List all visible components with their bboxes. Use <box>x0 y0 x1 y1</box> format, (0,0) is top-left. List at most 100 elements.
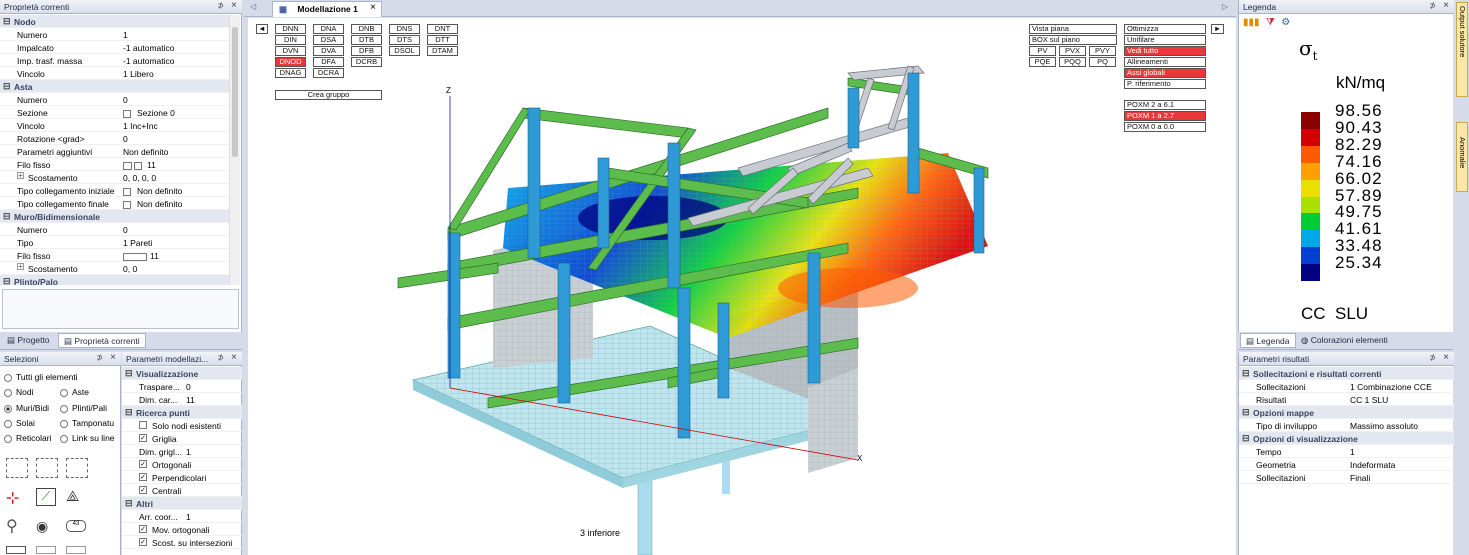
collapse-icon[interactable]: ⊟ <box>125 368 133 379</box>
structure-model[interactable] <box>248 18 1236 555</box>
pq-button-pqe[interactable]: PQE <box>1029 57 1056 67</box>
param-row[interactable]: ✓ Griglia <box>122 432 242 445</box>
toolbar-right-arrow[interactable]: ► <box>1211 24 1224 34</box>
toolbar-button-dfb[interactable]: DFB <box>351 46 382 56</box>
plane-select-icon[interactable]: ⟁ <box>66 488 88 508</box>
toolbar-button-din[interactable]: DIN <box>275 35 306 45</box>
property-row[interactable]: Numero 0 <box>0 223 229 236</box>
toolbar-button-dts[interactable]: DTS <box>389 35 420 45</box>
property-row[interactable]: Impalcato -1 automatico <box>0 41 229 54</box>
selection-option[interactable]: Tamponatu <box>60 418 114 428</box>
group-header[interactable]: ⊟ Altri <box>122 497 242 510</box>
select-add-icon[interactable] <box>36 458 58 478</box>
pin-icon[interactable]: ⊅ <box>217 353 224 362</box>
close-icon[interactable]: × <box>231 0 237 11</box>
checkbox[interactable]: ✓ <box>139 473 147 481</box>
pv-button-pvy[interactable]: PVY <box>1089 46 1116 56</box>
selection-option[interactable]: Reticolari <box>4 433 51 443</box>
toolbar-button-dna[interactable]: DNA <box>313 24 344 34</box>
poxm-button[interactable]: POXM 0 a 0.0 <box>1124 122 1206 132</box>
property-row[interactable]: + Scostamento 0, 0 <box>0 262 229 275</box>
property-row[interactable]: Numero 0 <box>0 93 229 106</box>
param-row[interactable]: ✓ Mov. ortogonali <box>122 523 242 536</box>
property-grid[interactable]: ⊟ Nodo Numero 1 Impalcato -1 automatico Imp. t… <box>0 15 229 285</box>
property-row[interactable]: Vincolo 1 Libero <box>0 67 229 80</box>
tab-scroll-right-icon[interactable]: ▷ <box>1222 2 1228 11</box>
vista-piana-button[interactable]: Vista piana <box>1029 24 1117 34</box>
toolbar-button-dcrb[interactable]: DCRB <box>351 57 382 67</box>
property-row[interactable]: Tipo 1 Pareti <box>0 236 229 249</box>
result-row[interactable]: Sollecitazioni Finali <box>1239 471 1454 484</box>
option-button[interactable]: Assi globali <box>1124 68 1206 78</box>
toolbar-button-dvn[interactable]: DVN <box>275 46 306 56</box>
radio-icon[interactable] <box>60 434 68 443</box>
toolbar-button-dnn[interactable]: DNN <box>275 24 306 34</box>
toolbar-button-dcra[interactable]: DCRA <box>313 68 344 78</box>
eye-icon[interactable]: ◉ <box>36 518 58 536</box>
diagonal-select-icon[interactable]: ⟋ <box>36 488 56 506</box>
param-row[interactable]: Solo nodi esistenti <box>122 419 242 432</box>
box-icon-3[interactable] <box>66 546 86 554</box>
tab-colorazioni[interactable]: ◍ Colorazioni elementi <box>1296 333 1393 348</box>
checkbox[interactable] <box>139 421 147 429</box>
tab-close-icon[interactable]: × <box>370 2 376 13</box>
toolbar-button-dtam[interactable]: DTAM <box>427 46 458 56</box>
option-button[interactable]: Vedi tutto <box>1124 46 1206 56</box>
collapse-icon[interactable]: ⊟ <box>125 407 133 418</box>
create-group-button[interactable]: Crea gruppo <box>275 90 382 100</box>
expand-icon[interactable]: + <box>17 172 24 180</box>
label-icon[interactable]: 43 <box>66 520 86 532</box>
tab-scroll-left-icon[interactable]: ◁ <box>250 2 256 11</box>
selection-option[interactable]: Tutti gli elementi <box>4 372 78 382</box>
property-row[interactable]: Filo fisso 11 <box>0 158 229 171</box>
poxm-button[interactable]: POXM 2 a 6.1 <box>1124 100 1206 110</box>
property-row[interactable]: Imp. trasf. massa -1 automatico <box>0 54 229 67</box>
pin-icon[interactable]: ⊅ <box>96 353 103 362</box>
close-icon[interactable]: × <box>1443 352 1449 363</box>
checkbox[interactable]: ✓ <box>139 525 147 533</box>
toolbar-button-dfa[interactable]: DFA <box>313 57 344 67</box>
param-row[interactable]: ✓ Centrali <box>122 484 242 497</box>
toolbar-button-dsol[interactable]: DSOL <box>389 46 420 56</box>
pin-icon[interactable]: ⊅ <box>1429 353 1436 362</box>
radio-icon[interactable] <box>4 419 12 428</box>
selection-option[interactable]: Nodi <box>4 387 33 397</box>
group-header[interactable]: ⊟ Opzioni mappe <box>1239 406 1454 419</box>
property-row[interactable]: + Scostamento 0, 0, 0, 0 <box>0 171 229 184</box>
result-row[interactable]: Sollecitazioni 1 Combinazione CCE <box>1239 380 1454 393</box>
radio-icon[interactable] <box>4 373 12 382</box>
radio-icon[interactable] <box>60 419 68 428</box>
collapse-icon[interactable]: ⊟ <box>1242 368 1250 379</box>
property-row[interactable]: Rotazione <grad> 0 <box>0 132 229 145</box>
group-header[interactable]: ⊟ Ricerca punti <box>122 406 242 419</box>
group-header[interactable]: ⊟ Asta <box>0 80 229 93</box>
toolbar-button-dnb[interactable]: DNB <box>351 24 382 34</box>
toolbar-button-dns[interactable]: DNS <box>389 24 420 34</box>
close-icon[interactable]: × <box>231 352 237 363</box>
selection-option[interactable]: Solai <box>4 418 35 428</box>
property-row[interactable]: Sezione Sezione 0 <box>0 106 229 119</box>
pq-button-pq[interactable]: PQ <box>1089 57 1116 67</box>
radio-icon[interactable] <box>4 434 12 443</box>
option-button[interactable]: Allineamenti <box>1124 57 1206 67</box>
collapse-icon[interactable]: ⊟ <box>3 81 11 92</box>
property-row[interactable]: Vincolo 1 Inc+Inc <box>0 119 229 132</box>
collapse-icon[interactable]: ⊟ <box>1242 407 1250 418</box>
property-row[interactable]: Tipo collegamento finale Non definito <box>0 197 229 210</box>
pv-button-pv[interactable]: PV <box>1029 46 1056 56</box>
expand-icon[interactable]: + <box>17 263 24 271</box>
option-button[interactable]: P. riferimento <box>1124 79 1206 89</box>
group-header[interactable]: ⊟ Visualizzazione <box>122 367 242 380</box>
property-row[interactable]: Numero 1 <box>0 28 229 41</box>
param-row[interactable]: Traspare... 0 <box>122 380 242 393</box>
box-piano-button[interactable]: BOX sul piano <box>1029 35 1117 45</box>
collapse-icon[interactable]: ⊟ <box>3 211 11 222</box>
toolbar-button-dtt[interactable]: DTT <box>427 35 458 45</box>
group-header[interactable]: ⊟ Sollecitazioni e risultati correnti <box>1239 367 1454 380</box>
box-icon-1[interactable] <box>6 546 26 554</box>
toolbar-button-dnt[interactable]: DNT <box>427 24 458 34</box>
pq-button-pqq[interactable]: PQQ <box>1059 57 1086 67</box>
axis-move-icon[interactable]: ⊹ <box>6 488 28 508</box>
selection-option[interactable]: Plinti/Pali <box>60 403 107 413</box>
tab-progetto[interactable]: ▤ Progetto <box>2 333 55 348</box>
